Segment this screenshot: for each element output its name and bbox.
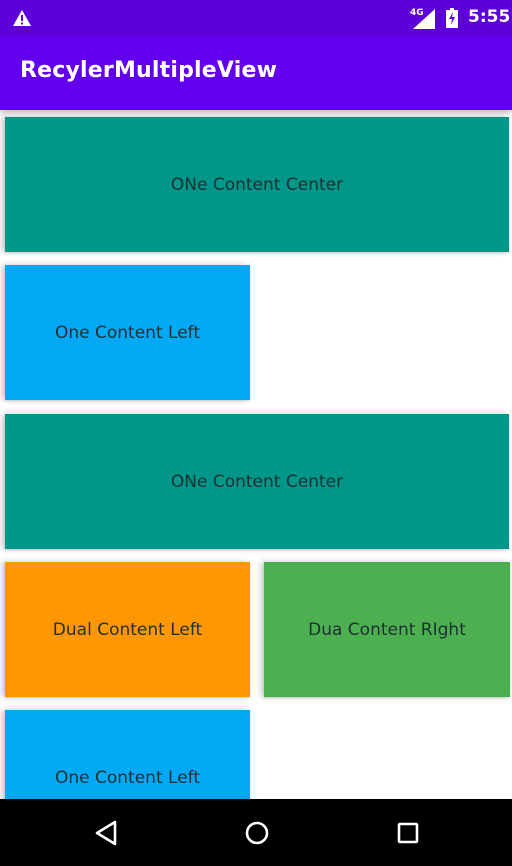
card-label: ONe Content Center xyxy=(170,471,344,492)
back-icon[interactable] xyxy=(93,819,121,847)
card-label: ONe Content Center xyxy=(170,174,344,195)
one-content-center-card[interactable]: ONe Content Center xyxy=(5,414,509,549)
recycler-list[interactable]: ONe Content Center One Content Left ONe … xyxy=(0,110,512,799)
app-title: RecylerMultipleView xyxy=(20,58,278,83)
warning-icon xyxy=(13,10,31,26)
battery-charging-icon xyxy=(446,8,458,28)
recents-icon[interactable] xyxy=(394,819,422,847)
signal-icon xyxy=(413,9,435,29)
card-label: One Content Left xyxy=(54,767,200,788)
dual-content-right-card[interactable]: Dua Content RIght xyxy=(264,562,510,697)
card-label: Dual Content Left xyxy=(52,619,203,640)
app-bar: RecylerMultipleView xyxy=(0,36,512,110)
one-content-left-card[interactable]: One Content Left xyxy=(5,265,250,400)
one-content-center-card[interactable]: ONe Content Center xyxy=(5,117,509,252)
home-icon[interactable] xyxy=(243,819,271,847)
dual-content-left-card[interactable]: Dual Content Left xyxy=(5,562,250,697)
card-label: One Content Left xyxy=(54,322,200,343)
one-content-left-card[interactable]: One Content Left xyxy=(5,710,250,799)
status-bar: 4G 5:55 xyxy=(0,0,512,36)
card-label: Dua Content RIght xyxy=(308,619,466,640)
navigation-bar xyxy=(0,799,512,866)
status-time: 5:55 xyxy=(468,7,511,27)
